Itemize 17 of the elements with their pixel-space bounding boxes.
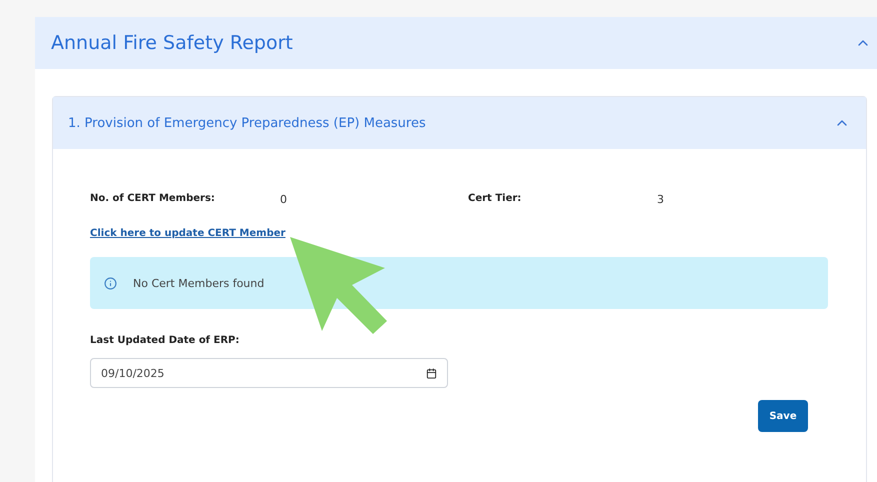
pointer-arrow-icon bbox=[290, 237, 387, 334]
section-title: 1. Provision of Emergency Preparedness (EP) Measures bbox=[68, 116, 426, 130]
field-value: 3 bbox=[657, 193, 665, 206]
date-value: 09/10/2025 bbox=[101, 366, 166, 380]
date-field[interactable]: 09/10/2025 bbox=[90, 358, 448, 388]
field-value: 0 bbox=[280, 193, 288, 206]
info-icon bbox=[104, 276, 117, 290]
save-button[interactable]: Save bbox=[758, 400, 808, 432]
calendar-icon[interactable] bbox=[426, 368, 437, 378]
field-label: No. of CERT Members: bbox=[90, 193, 216, 206]
report-title: Annual Fire Safety Report bbox=[51, 32, 293, 54]
update-members-link[interactable]: Click here to update CERT Member bbox=[90, 228, 286, 239]
date-label: Last Updated Date of ERP: bbox=[90, 335, 240, 346]
field-label: Cert Tier: bbox=[468, 193, 522, 206]
alert-message: No Cert Members found bbox=[133, 276, 264, 290]
report-header[interactable]: Annual Fire Safety Report bbox=[35, 17, 877, 69]
section-header[interactable]: 1. Provision of Emergency Preparedness (EP) Measures bbox=[53, 97, 866, 149]
